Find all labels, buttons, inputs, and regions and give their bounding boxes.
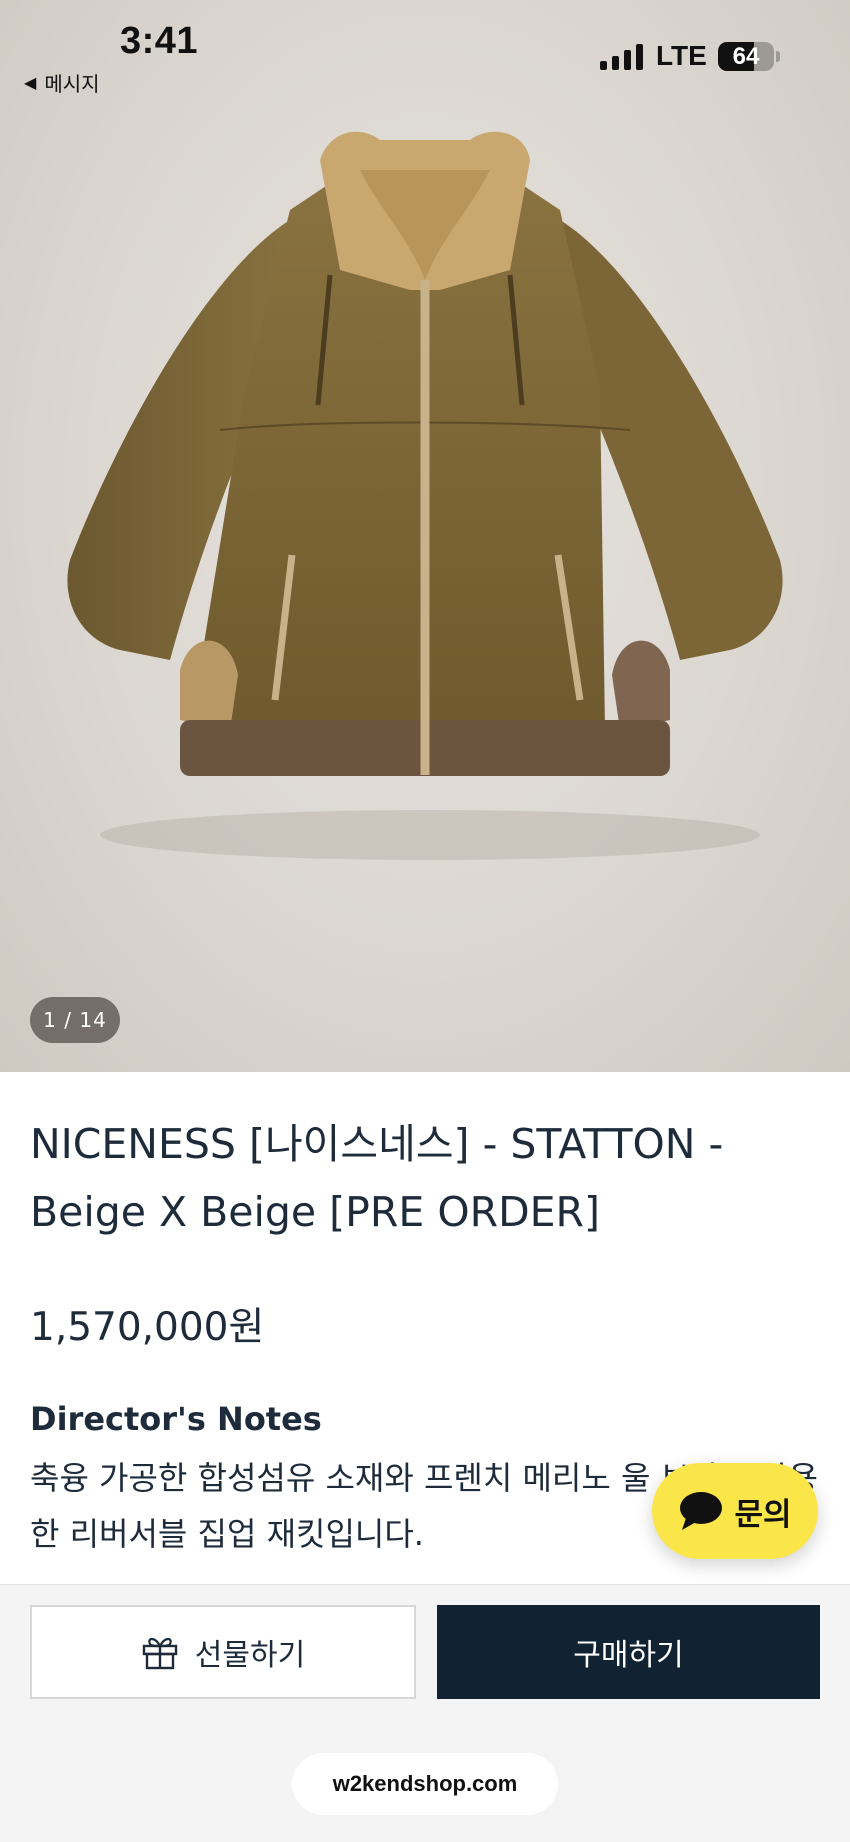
- gift-icon: [142, 1637, 177, 1670]
- site-domain: w2kendshop.com: [332, 1771, 518, 1796]
- bottom-action-bar: 선물하기 구매하기 w2kendshop.com: [0, 1584, 850, 1842]
- status-time: 3:41: [120, 20, 199, 62]
- back-arrow-icon: ◀: [24, 73, 37, 92]
- buy-button[interactable]: 구매하기: [437, 1605, 820, 1699]
- cellular-signal-icon: [600, 44, 643, 70]
- chat-bubble-icon: [680, 1492, 723, 1530]
- product-title: NICENESS [나이스네스] - STATTON - Beige X Bei…: [30, 1120, 724, 1236]
- network-type: LTE: [656, 40, 707, 71]
- back-label: 메시지: [44, 72, 100, 96]
- gift-button[interactable]: 선물하기: [30, 1605, 416, 1699]
- inquiry-label: 문의: [734, 1496, 792, 1533]
- inquiry-chat-button[interactable]: 문의: [652, 1463, 818, 1559]
- buy-label: 구매하기: [573, 1638, 684, 1673]
- product-price: 1,570,000원: [30, 1305, 265, 1350]
- battery-cap: [776, 51, 780, 62]
- back-to-messages-link[interactable]: ◀ 메시지: [24, 68, 100, 97]
- browser-address-bar[interactable]: w2kendshop.com: [292, 1753, 558, 1815]
- gift-label: 선물하기: [194, 1638, 306, 1673]
- battery-icon: 64: [718, 42, 774, 71]
- image-counter: 1 / 14: [30, 997, 120, 1043]
- directors-notes-heading: Director's Notes: [30, 1400, 322, 1438]
- battery-percent: 64: [732, 43, 760, 70]
- product-photo-jacket: [67, 131, 783, 860]
- product-image-gallery[interactable]: 3:41 ◀ 메시지 LTE 64 1 / 14: [0, 0, 850, 1072]
